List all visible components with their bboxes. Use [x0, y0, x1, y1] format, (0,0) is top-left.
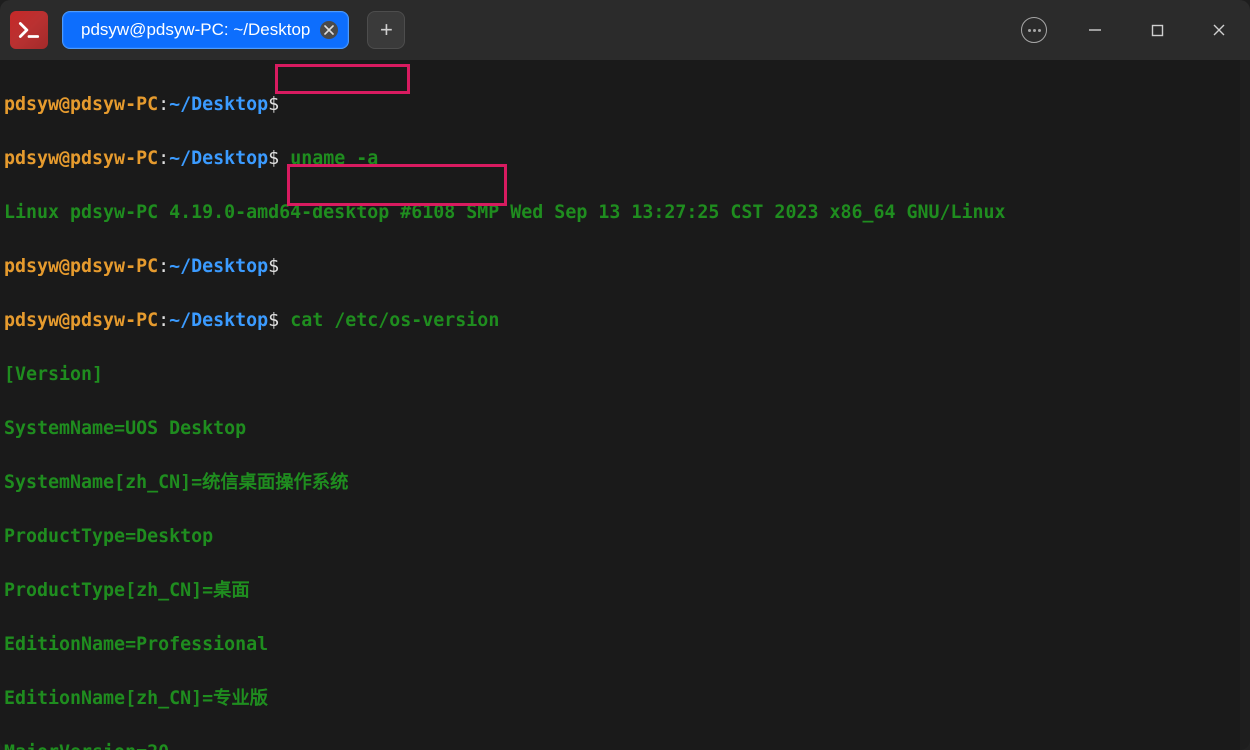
prompt-sep: :: [158, 256, 169, 277]
ellipsis-icon: [1021, 17, 1047, 43]
more-button[interactable]: [1008, 0, 1060, 60]
prompt-userhost: pdsyw@pdsyw-PC: [4, 310, 158, 331]
prompt-cwd-dir: Desktop: [191, 94, 268, 115]
prompt-sigil: $: [268, 94, 279, 115]
prompt-line: pdsyw@pdsyw-PC:~/Desktop$: [4, 253, 1246, 280]
command-line-cat: pdsyw@pdsyw-PC:~/Desktop$ cat /etc/os-ve…: [4, 307, 1246, 334]
minimize-button[interactable]: [1064, 0, 1126, 60]
highlight-box: [275, 64, 410, 94]
output-uname: Linux pdsyw-PC 4.19.0-amd64-desktop #610…: [4, 199, 1246, 226]
command-line-uname: pdsyw@pdsyw-PC:~/Desktop$ uname -a: [4, 145, 1246, 172]
terminal-window: pdsyw@pdsyw-PC: ~/Desktop + pdsyw@pdsyw-…: [0, 0, 1250, 750]
output-line: SystemName[zh_CN]=统信桌面操作系统: [4, 469, 1246, 496]
prompt-sigil: $: [268, 148, 279, 169]
output-line: [Version]: [4, 361, 1246, 388]
terminal-output-area[interactable]: pdsyw@pdsyw-PC:~/Desktop$ pdsyw@pdsyw-PC…: [0, 60, 1250, 750]
prompt-line: pdsyw@pdsyw-PC:~/Desktop$: [4, 91, 1246, 118]
output-line: EditionName=Professional: [4, 631, 1246, 658]
prompt-cwd-prefix: ~/: [169, 256, 191, 277]
close-tab-button[interactable]: [320, 21, 338, 39]
close-window-button[interactable]: [1188, 0, 1250, 60]
prompt-cwd-dir: Desktop: [191, 256, 268, 277]
output-line: MajorVersion=20: [4, 739, 1246, 750]
command-cat: cat /etc/os-version: [290, 310, 499, 331]
terminal-app-icon: [10, 11, 48, 49]
prompt-cwd-prefix: ~/: [169, 148, 191, 169]
prompt-cwd-prefix: ~/: [169, 94, 191, 115]
prompt-userhost: pdsyw@pdsyw-PC: [4, 256, 158, 277]
tab-title: pdsyw@pdsyw-PC: ~/Desktop: [81, 20, 310, 40]
prompt-sigil: $: [268, 256, 279, 277]
prompt-cwd-prefix: ~/: [169, 310, 191, 331]
terminal-tab[interactable]: pdsyw@pdsyw-PC: ~/Desktop: [62, 11, 349, 49]
prompt-cwd-dir: Desktop: [191, 310, 268, 331]
prompt-cwd-dir: Desktop: [191, 148, 268, 169]
prompt-sep: :: [158, 310, 169, 331]
window-controls: [1008, 0, 1250, 60]
prompt-sep: :: [158, 94, 169, 115]
prompt-sigil: $: [268, 310, 279, 331]
prompt-userhost: pdsyw@pdsyw-PC: [4, 94, 158, 115]
new-tab-button[interactable]: +: [367, 11, 405, 49]
maximize-button[interactable]: [1126, 0, 1188, 60]
command-uname: uname -a: [290, 148, 378, 169]
scrollbar-vertical[interactable]: [1240, 60, 1250, 750]
title-bar: pdsyw@pdsyw-PC: ~/Desktop +: [0, 0, 1250, 60]
output-line: ProductType[zh_CN]=桌面: [4, 577, 1246, 604]
output-line: EditionName[zh_CN]=专业版: [4, 685, 1246, 712]
prompt-userhost: pdsyw@pdsyw-PC: [4, 148, 158, 169]
prompt-sep: :: [158, 148, 169, 169]
output-line: SystemName=UOS Desktop: [4, 415, 1246, 442]
output-line: ProductType=Desktop: [4, 523, 1246, 550]
